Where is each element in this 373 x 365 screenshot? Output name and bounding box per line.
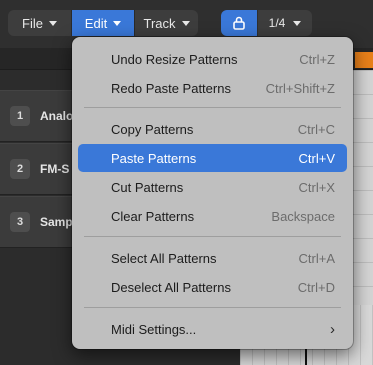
menu-item-label: Cut Patterns bbox=[111, 179, 184, 195]
menu-item-shortcut: Backspace bbox=[271, 208, 335, 224]
menu-item-shortcut: Ctrl+X bbox=[298, 179, 335, 195]
menu-divider bbox=[84, 107, 341, 108]
track-row[interactable]: 3 Samp bbox=[0, 196, 80, 248]
track-number: 2 bbox=[10, 159, 30, 179]
menu-item-redo[interactable]: Redo Paste Patterns Ctrl+Shift+Z bbox=[78, 74, 347, 102]
loop-marker[interactable] bbox=[355, 52, 373, 68]
file-menu-label: File bbox=[22, 15, 43, 31]
menu-item-label: Clear Patterns bbox=[111, 208, 195, 224]
menu-item-label: Select All Patterns bbox=[111, 250, 217, 266]
track-name: Samp bbox=[40, 215, 73, 229]
menu-item-label: Redo Paste Patterns bbox=[111, 80, 231, 96]
track-row[interactable]: 2 FM-S bbox=[0, 143, 80, 195]
edit-menu-button[interactable]: Edit bbox=[72, 10, 134, 36]
pattern-grid[interactable] bbox=[352, 70, 373, 305]
menu-item-clear[interactable]: Clear Patterns Backspace bbox=[78, 202, 347, 230]
track-row[interactable]: 1 Analo bbox=[0, 90, 80, 142]
menu-item-shortcut: Ctrl+A bbox=[298, 250, 335, 266]
chevron-right-icon: › bbox=[330, 320, 335, 338]
menu-item-label: Undo Resize Patterns bbox=[111, 51, 238, 67]
main-menu-bar: File Edit Track bbox=[8, 10, 198, 36]
chevron-down-icon bbox=[48, 20, 57, 26]
menu-item-label: Paste Patterns bbox=[111, 150, 197, 166]
menu-divider bbox=[84, 236, 341, 237]
track-number: 3 bbox=[10, 212, 30, 232]
menu-item-undo[interactable]: Undo Resize Patterns Ctrl+Z bbox=[78, 45, 347, 73]
quantize-select[interactable]: 1/4 bbox=[258, 10, 312, 36]
menu-item-label: Deselect All Patterns bbox=[111, 279, 231, 295]
chevron-down-icon bbox=[113, 20, 122, 26]
menu-item-shortcut: Ctrl+D bbox=[297, 279, 335, 295]
lock-button[interactable] bbox=[221, 10, 257, 36]
menu-item-midi-settings[interactable]: Midi Settings... › bbox=[78, 315, 347, 343]
menu-item-shortcut: Ctrl+Shift+Z bbox=[265, 80, 335, 96]
chevron-down-icon bbox=[293, 20, 302, 26]
menu-divider bbox=[84, 307, 341, 308]
track-list: 1 Analo 2 FM-S 3 Samp bbox=[0, 90, 80, 249]
lock-icon bbox=[233, 16, 245, 30]
menu-item-deselect-all[interactable]: Deselect All Patterns Ctrl+D bbox=[78, 273, 347, 301]
track-name: Analo bbox=[40, 109, 74, 123]
quantize-value: 1/4 bbox=[268, 16, 286, 30]
track-name: FM-S bbox=[40, 162, 70, 176]
menu-item-shortcut: Ctrl+Z bbox=[299, 51, 335, 67]
app-window: File Edit Track 1/4 1 Analo 2 FM-S 3 Sam… bbox=[0, 0, 373, 365]
menu-item-label: Copy Patterns bbox=[111, 121, 194, 137]
track-menu-button[interactable]: Track bbox=[135, 10, 198, 36]
menu-item-copy[interactable]: Copy Patterns Ctrl+C bbox=[78, 115, 347, 143]
menu-item-label: Midi Settings... bbox=[111, 321, 197, 337]
chevron-down-icon bbox=[181, 20, 190, 26]
track-menu-label: Track bbox=[143, 15, 176, 31]
edit-dropdown-menu: Undo Resize Patterns Ctrl+Z Redo Paste P… bbox=[72, 37, 353, 349]
file-menu-button[interactable]: File bbox=[8, 10, 71, 36]
track-number: 1 bbox=[10, 106, 30, 126]
menu-item-cut[interactable]: Cut Patterns Ctrl+X bbox=[78, 173, 347, 201]
menu-item-select-all[interactable]: Select All Patterns Ctrl+A bbox=[78, 244, 347, 272]
menu-item-shortcut: Ctrl+V bbox=[298, 150, 335, 166]
menu-item-paste[interactable]: Paste Patterns Ctrl+V bbox=[78, 144, 347, 172]
menu-item-shortcut: Ctrl+C bbox=[297, 121, 335, 137]
edit-menu-label: Edit bbox=[84, 15, 108, 31]
